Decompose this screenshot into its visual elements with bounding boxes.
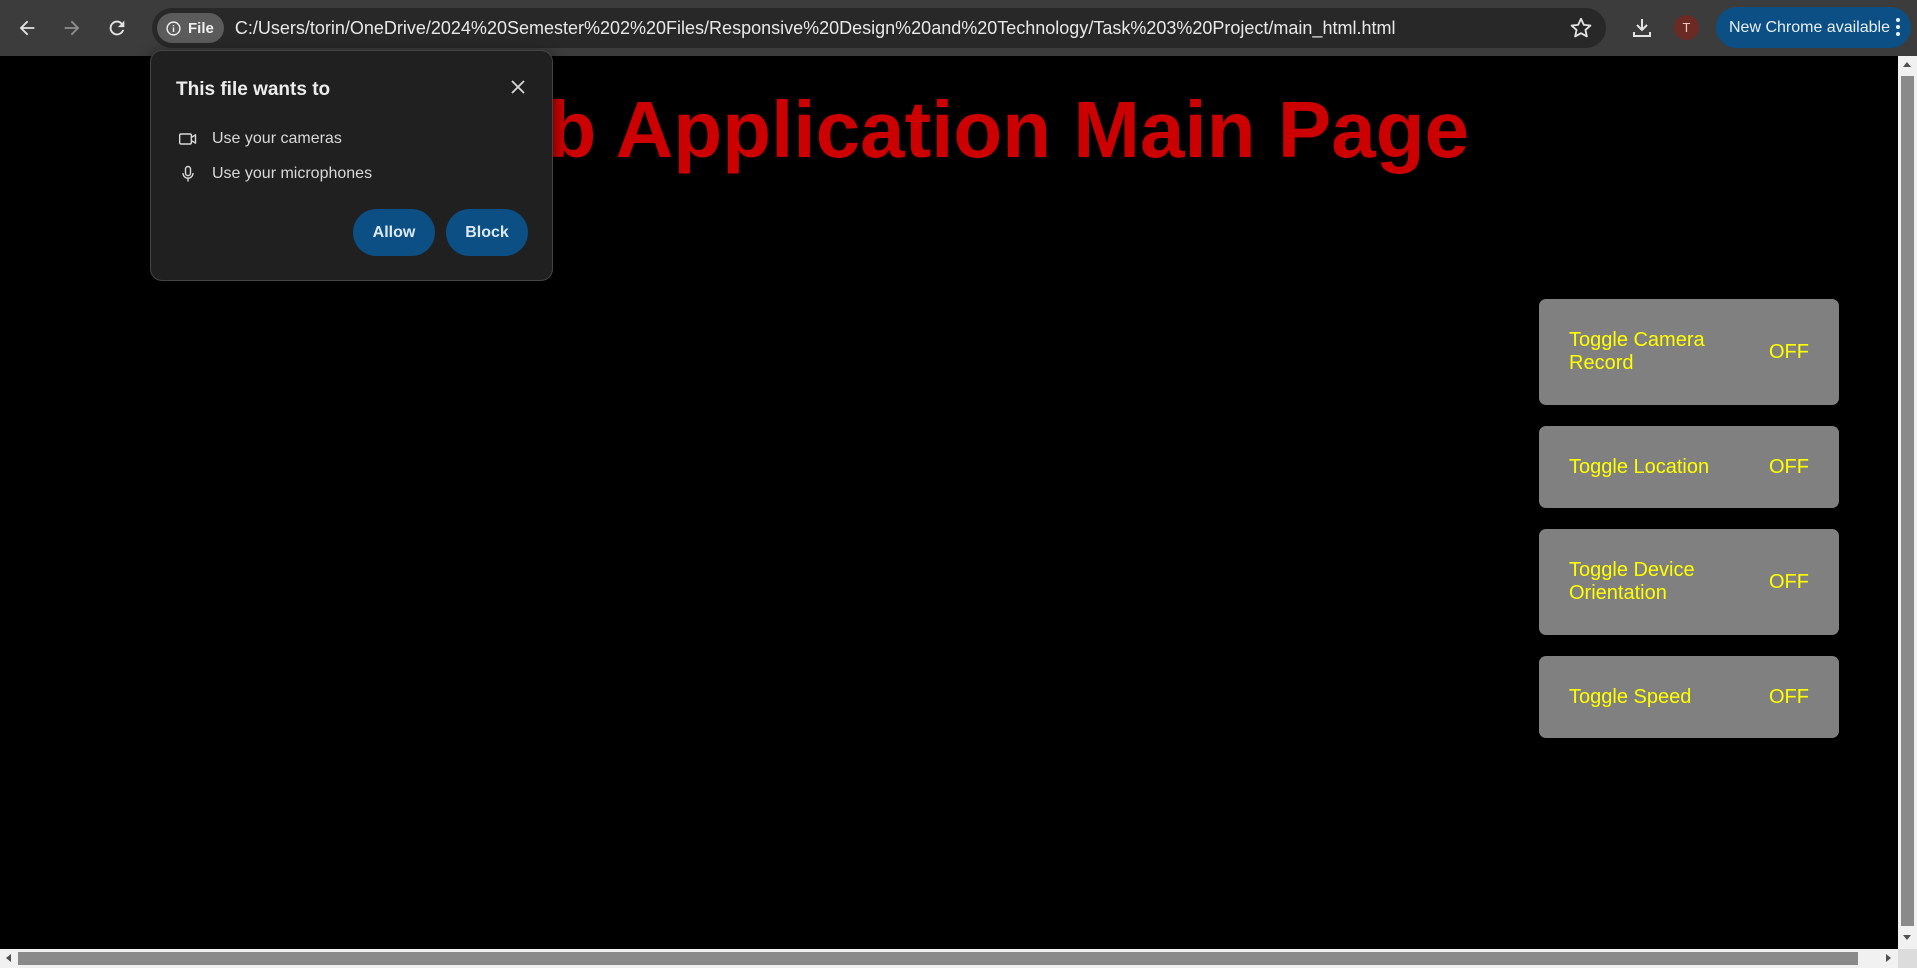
- allow-button[interactable]: Allow: [353, 209, 435, 256]
- toggle-camera-record-button[interactable]: Toggle Camera Record OFF: [1539, 299, 1839, 405]
- toggle-location-button[interactable]: Toggle Location OFF: [1539, 426, 1839, 508]
- toggle-label: Toggle Location: [1569, 455, 1710, 478]
- toggle-state: OFF: [1769, 570, 1809, 593]
- vertical-scrollbar[interactable]: [1898, 56, 1917, 949]
- file-chip-label: File: [188, 19, 214, 37]
- close-button[interactable]: [506, 75, 530, 99]
- camera-icon: [178, 133, 197, 145]
- toggle-label: Toggle Device Orientation: [1569, 559, 1695, 604]
- address-bar[interactable]: File C:/Users/torin/OneDrive/2024%20Seme…: [152, 8, 1606, 48]
- scroll-down-icon[interactable]: [1903, 935, 1911, 940]
- permission-label: Use your microphones: [212, 165, 373, 182]
- toggle-label: Toggle Speed: [1569, 685, 1692, 708]
- browser-toolbar: File C:/Users/torin/OneDrive/2024%20Seme…: [0, 0, 1917, 56]
- microphone-icon: [182, 165, 194, 182]
- permission-popup: This file wants to Use your cameras Use …: [150, 50, 553, 281]
- download-button[interactable]: [1626, 12, 1658, 44]
- site-info-chip[interactable]: File: [157, 13, 224, 43]
- forward-button[interactable]: [54, 10, 90, 46]
- update-label: New Chrome available: [1729, 18, 1890, 36]
- more-vert-icon: [1896, 18, 1900, 36]
- toggle-label: Toggle Camera Record: [1569, 329, 1705, 374]
- profile-avatar[interactable]: T: [1674, 15, 1699, 40]
- download-icon: [1633, 19, 1651, 37]
- forward-icon: [64, 20, 80, 36]
- url-text[interactable]: C:/Users/torin/OneDrive/2024%20Semester%…: [235, 18, 1396, 39]
- update-chrome-button[interactable]: New Chrome available: [1716, 7, 1911, 48]
- info-icon: [166, 20, 181, 36]
- permission-item-camera: Use your cameras: [178, 129, 342, 149]
- scroll-right-icon[interactable]: [1886, 954, 1891, 962]
- back-icon: [19, 20, 35, 36]
- scroll-up-icon[interactable]: [1903, 62, 1911, 67]
- toggle-panel: Toggle Camera Record OFF Toggle Location…: [1539, 299, 1839, 759]
- horizontal-scroll-thumb[interactable]: [18, 952, 1858, 965]
- toggle-speed-button[interactable]: Toggle Speed OFF: [1539, 656, 1839, 738]
- popup-title: This file wants to: [176, 79, 331, 100]
- vertical-scroll-thumb[interactable]: [1901, 76, 1914, 926]
- horizontal-scrollbar[interactable]: [0, 949, 1898, 968]
- reload-icon: [109, 20, 125, 36]
- scrollbar-corner: [1898, 949, 1917, 968]
- toggle-device-orientation-button[interactable]: Toggle Device Orientation OFF: [1539, 529, 1839, 635]
- close-icon: [511, 80, 525, 94]
- toggle-state: OFF: [1769, 340, 1809, 363]
- star-icon[interactable]: [1568, 15, 1594, 41]
- block-button[interactable]: Block: [446, 209, 528, 256]
- toggle-state: OFF: [1769, 685, 1809, 708]
- permission-label: Use your cameras: [212, 130, 342, 147]
- toggle-state: OFF: [1769, 455, 1809, 478]
- reload-button[interactable]: [99, 10, 135, 46]
- permission-item-microphone: Use your microphones: [178, 164, 372, 184]
- back-button[interactable]: [9, 10, 45, 46]
- scroll-left-icon[interactable]: [6, 954, 11, 962]
